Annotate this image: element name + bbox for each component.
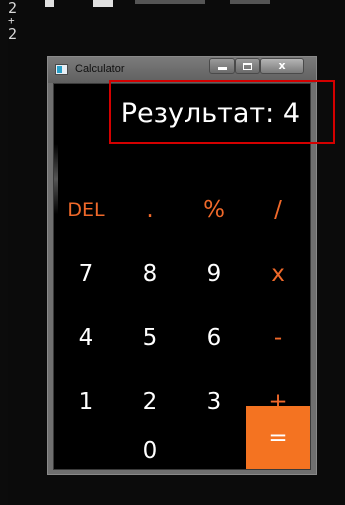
digit-1-button[interactable]: 1 bbox=[54, 370, 118, 433]
console-text: 2 + 2 bbox=[8, 0, 38, 42]
top-fragment bbox=[45, 0, 54, 7]
console-line-3: 2 bbox=[8, 25, 18, 43]
console-top-fragments bbox=[45, 0, 325, 8]
digit-4-button[interactable]: 4 bbox=[54, 306, 118, 369]
top-fragment bbox=[230, 0, 270, 4]
digit-2-button[interactable]: 2 bbox=[118, 370, 182, 433]
console-left-strip bbox=[0, 0, 8, 505]
title-bar[interactable]: Calculator x bbox=[48, 57, 316, 83]
minus-button[interactable]: - bbox=[246, 306, 310, 369]
digit-8-button[interactable]: 8 bbox=[118, 242, 182, 305]
del-button[interactable]: DEL bbox=[54, 178, 118, 241]
minimize-button[interactable] bbox=[209, 58, 235, 74]
decimal-button[interactable]: . bbox=[118, 178, 182, 241]
minimize-icon bbox=[217, 67, 227, 70]
maximize-icon bbox=[243, 62, 252, 70]
result-display: Результат: 4 bbox=[120, 98, 300, 129]
calculator-app-icon bbox=[55, 64, 68, 75]
percent-button[interactable]: % bbox=[182, 178, 246, 241]
top-fragment bbox=[135, 0, 205, 4]
window-title: Calculator bbox=[75, 63, 125, 75]
calculator-body: Результат: 4 DEL . % / 7 8 9 x 4 5 6 - 1… bbox=[53, 83, 311, 470]
multiply-button[interactable]: x bbox=[246, 242, 310, 305]
digit-9-button[interactable]: 9 bbox=[182, 242, 246, 305]
close-button[interactable]: x bbox=[260, 58, 304, 74]
digit-7-button[interactable]: 7 bbox=[54, 242, 118, 305]
equals-button[interactable]: = bbox=[246, 406, 310, 469]
digit-5-button[interactable]: 5 bbox=[118, 306, 182, 369]
divide-button[interactable]: / bbox=[246, 178, 310, 241]
close-icon: x bbox=[278, 59, 286, 72]
maximize-button[interactable] bbox=[235, 58, 260, 74]
digit-0-button[interactable]: 0 bbox=[118, 434, 182, 468]
calculator-window: Calculator x Результат: 4 DEL . % / 7 8 … bbox=[47, 56, 317, 475]
digit-6-button[interactable]: 6 bbox=[182, 306, 246, 369]
top-fragment bbox=[93, 0, 113, 7]
digit-3-button[interactable]: 3 bbox=[182, 370, 246, 433]
